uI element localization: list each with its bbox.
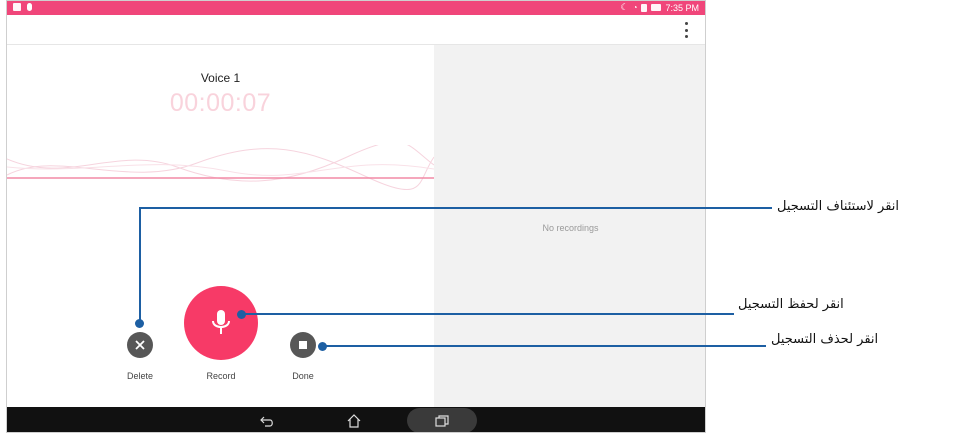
close-icon	[135, 340, 145, 350]
resume-callout-dot	[135, 319, 144, 328]
empty-recordings-text: No recordings	[542, 223, 599, 233]
recording-title: Voice 1	[200, 71, 241, 85]
back-icon	[260, 416, 273, 427]
back-button[interactable]	[257, 410, 277, 431]
tablet-screen: ☾ ◔ 7:35 PM Voice 1 00:00:07 Delete Reco…	[6, 0, 706, 433]
system-nav-bar	[7, 407, 705, 432]
recorder-pane: Voice 1 00:00:07 Delete Record Done	[7, 45, 434, 407]
recording-timer: 00:00:07	[169, 89, 272, 117]
delete-annotation: انقر لحذف التسجيل	[771, 332, 879, 347]
done-label: Done	[292, 371, 314, 381]
moon-icon: ☾	[620, 2, 629, 12]
status-right-icons: ☾ ◔ 7:35 PM	[621, 2, 699, 13]
stop-icon	[299, 341, 307, 349]
recordings-pane: No recordings	[434, 45, 705, 407]
waveform	[7, 145, 434, 191]
mic-status-icon	[27, 3, 32, 11]
status-time: 7:35 PM	[665, 2, 699, 13]
status-bar: ☾ ◔ 7:35 PM	[7, 1, 705, 15]
save-annotation: انقر لحفظ التسجيل	[738, 297, 844, 312]
delete-label: Delete	[126, 371, 153, 381]
recents-button[interactable]	[432, 410, 452, 431]
resume-callout-vertical	[139, 207, 141, 324]
wifi-icon: ◔	[632, 3, 638, 12]
record-label: Record	[206, 371, 236, 381]
done-button[interactable]	[290, 332, 316, 358]
resume-annotation: انقر لاستئناف التسجيل	[777, 199, 900, 214]
delete-callout-line	[322, 345, 766, 347]
recents-icon	[435, 414, 449, 427]
resume-callout-horizontal	[139, 207, 772, 209]
signal-icon	[641, 3, 648, 12]
microphone-icon	[212, 310, 230, 334]
menu-dots-icon[interactable]	[685, 22, 689, 38]
home-icon	[347, 413, 361, 428]
status-left-icons	[13, 3, 32, 11]
battery-icon	[651, 4, 662, 11]
app-bar	[7, 15, 705, 45]
home-button[interactable]	[344, 410, 364, 431]
delete-button[interactable]	[127, 332, 153, 358]
record-button[interactable]	[184, 286, 258, 360]
notification-icon	[13, 3, 21, 11]
save-callout-line	[241, 313, 734, 315]
